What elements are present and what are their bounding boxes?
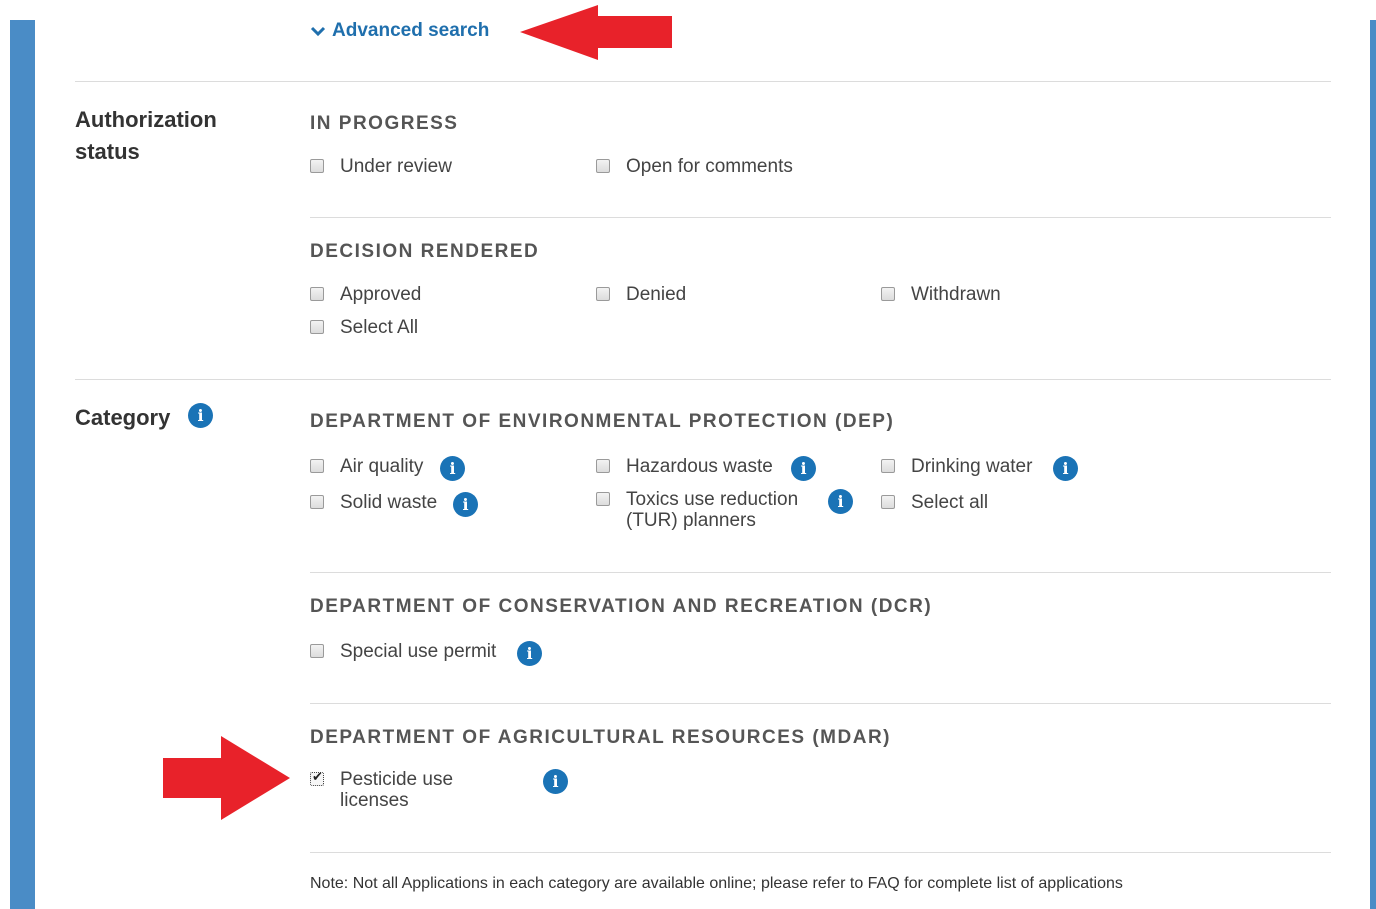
checkbox[interactable]: [881, 459, 895, 473]
checkbox[interactable]: [881, 495, 895, 509]
divider: [310, 217, 1331, 218]
info-icon[interactable]: i: [440, 456, 465, 481]
checkbox[interactable]: [310, 287, 324, 301]
red-arrow-right-annotation: [163, 736, 290, 820]
option-pesticide-use-licenses[interactable]: Pesticide use licenses: [310, 769, 530, 811]
option-label: Select all: [911, 492, 989, 513]
advanced-search-toggle[interactable]: Advanced search: [310, 20, 489, 42]
advanced-search-label: Advanced search: [332, 20, 490, 41]
option-select-all-decisions[interactable]: Select All: [310, 317, 418, 338]
checkbox[interactable]: [596, 492, 610, 506]
option-label: Approved: [340, 284, 422, 305]
option-hazardous-waste[interactable]: Hazardous waste: [596, 456, 773, 477]
divider: [310, 852, 1331, 853]
checkbox[interactable]: [596, 459, 610, 473]
info-icon[interactable]: i: [188, 403, 213, 428]
availability-note: Note: Not all Applications in each categ…: [310, 875, 1123, 892]
in-progress-heading: IN PROGRESS: [310, 113, 459, 134]
red-arrow-left-annotation: [520, 5, 672, 60]
authorization-status-label: Authorization status: [75, 107, 217, 164]
option-open-for-comments[interactable]: Open for comments: [596, 156, 793, 177]
checkbox[interactable]: [881, 287, 895, 301]
mdar-heading: DEPARTMENT OF AGRICULTURAL RESOURCES (MD…: [310, 727, 891, 748]
option-label: Solid waste: [340, 492, 438, 513]
option-denied[interactable]: Denied: [596, 284, 686, 305]
checkbox[interactable]: [596, 287, 610, 301]
divider: [310, 572, 1331, 573]
checkbox[interactable]: [596, 159, 610, 173]
option-air-quality[interactable]: Air quality: [310, 456, 423, 477]
checkbox[interactable]: [310, 644, 324, 658]
checkbox[interactable]: [310, 159, 324, 173]
info-icon[interactable]: i: [1053, 456, 1078, 481]
option-solid-waste[interactable]: Solid waste: [310, 492, 437, 513]
chevron-down-icon: [310, 26, 326, 37]
option-label: Hazardous waste: [626, 456, 773, 477]
info-icon[interactable]: i: [453, 492, 478, 517]
option-label: Toxics use reduction (TUR) planners: [626, 489, 799, 531]
divider: [75, 379, 1331, 380]
option-special-use-permit[interactable]: Special use permit: [310, 641, 496, 662]
option-approved[interactable]: Approved: [310, 284, 421, 305]
right-border-bar: [1370, 20, 1376, 909]
checkbox-checked[interactable]: [310, 770, 324, 786]
option-label: Drinking water: [911, 456, 1033, 477]
option-label: Denied: [626, 284, 687, 305]
option-select-all-dep[interactable]: Select all: [881, 492, 988, 513]
option-label: Withdrawn: [911, 284, 1001, 305]
option-withdrawn[interactable]: Withdrawn: [881, 284, 1001, 305]
info-icon[interactable]: i: [828, 489, 853, 514]
checkbox[interactable]: [310, 459, 324, 473]
category-label: Category: [75, 405, 171, 430]
checkbox[interactable]: [310, 495, 324, 509]
divider: [75, 81, 1331, 82]
option-label: Special use permit: [340, 641, 497, 662]
left-border-bar: [10, 20, 35, 909]
option-label: Select All: [340, 317, 419, 338]
option-drinking-water[interactable]: Drinking water: [881, 456, 1032, 477]
option-under-review[interactable]: Under review: [310, 156, 452, 177]
dcr-heading: DEPARTMENT OF CONSERVATION AND RECREATIO…: [310, 596, 933, 617]
option-label: Air quality: [340, 456, 424, 477]
option-label: Open for comments: [626, 156, 793, 177]
checkbox[interactable]: [310, 320, 324, 334]
option-label: Pesticide use licenses: [340, 769, 454, 811]
info-icon[interactable]: i: [543, 769, 568, 794]
info-icon[interactable]: i: [517, 641, 542, 666]
dep-heading: DEPARTMENT OF ENVIRONMENTAL PROTECTION (…: [310, 411, 895, 432]
option-toxics-use-reduction[interactable]: Toxics use reduction (TUR) planners: [596, 489, 816, 531]
divider: [310, 703, 1331, 704]
decision-rendered-heading: DECISION RENDERED: [310, 241, 540, 262]
option-label: Under review: [340, 156, 452, 177]
info-icon[interactable]: i: [791, 456, 816, 481]
